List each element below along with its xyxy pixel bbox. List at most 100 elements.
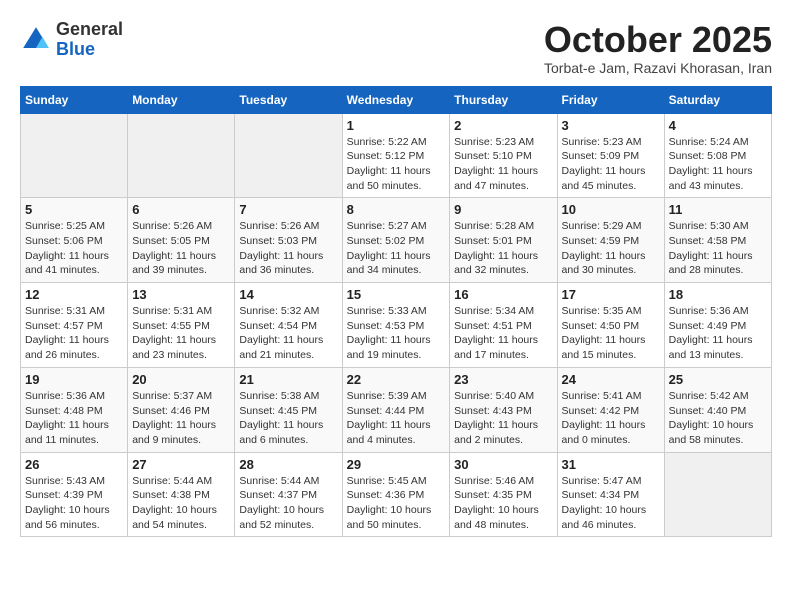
day-info: Sunrise: 5:27 AM Sunset: 5:02 PM Dayligh… xyxy=(347,219,446,278)
title-block: October 2025 Torbat-e Jam, Razavi Khoras… xyxy=(544,20,772,76)
day-number: 1 xyxy=(347,118,446,133)
day-number: 27 xyxy=(132,457,230,472)
calendar-cell: 4 Sunrise: 5:24 AM Sunset: 5:08 PM Daylig… xyxy=(664,113,771,198)
calendar-cell: 20 Sunrise: 5:37 AM Sunset: 4:46 PM Dayli… xyxy=(128,367,235,452)
calendar-cell xyxy=(128,113,235,198)
day-info: Sunrise: 5:36 AM Sunset: 4:48 PM Dayligh… xyxy=(25,389,123,448)
calendar-cell: 17 Sunrise: 5:35 AM Sunset: 4:50 PM Dayli… xyxy=(557,283,664,368)
day-number: 4 xyxy=(669,118,767,133)
day-info: Sunrise: 5:30 AM Sunset: 4:58 PM Dayligh… xyxy=(669,219,767,278)
weekday-header: Sunday xyxy=(21,86,128,113)
calendar-cell: 8 Sunrise: 5:27 AM Sunset: 5:02 PM Daylig… xyxy=(342,198,450,283)
day-number: 10 xyxy=(562,202,660,217)
day-number: 23 xyxy=(454,372,552,387)
calendar-week-row: 1 Sunrise: 5:22 AM Sunset: 5:12 PM Daylig… xyxy=(21,113,772,198)
calendar-table: SundayMondayTuesdayWednesdayThursdayFrid… xyxy=(20,86,772,538)
calendar-cell: 26 Sunrise: 5:43 AM Sunset: 4:39 PM Dayli… xyxy=(21,452,128,537)
day-info: Sunrise: 5:33 AM Sunset: 4:53 PM Dayligh… xyxy=(347,304,446,363)
day-number: 2 xyxy=(454,118,552,133)
day-info: Sunrise: 5:23 AM Sunset: 5:09 PM Dayligh… xyxy=(562,135,660,194)
day-info: Sunrise: 5:39 AM Sunset: 4:44 PM Dayligh… xyxy=(347,389,446,448)
day-info: Sunrise: 5:22 AM Sunset: 5:12 PM Dayligh… xyxy=(347,135,446,194)
calendar-cell: 10 Sunrise: 5:29 AM Sunset: 4:59 PM Dayli… xyxy=(557,198,664,283)
calendar-week-row: 26 Sunrise: 5:43 AM Sunset: 4:39 PM Dayli… xyxy=(21,452,772,537)
calendar-cell: 2 Sunrise: 5:23 AM Sunset: 5:10 PM Daylig… xyxy=(450,113,557,198)
day-info: Sunrise: 5:46 AM Sunset: 4:35 PM Dayligh… xyxy=(454,474,552,533)
day-number: 21 xyxy=(239,372,337,387)
weekday-header: Wednesday xyxy=(342,86,450,113)
day-number: 16 xyxy=(454,287,552,302)
day-number: 3 xyxy=(562,118,660,133)
day-number: 20 xyxy=(132,372,230,387)
calendar-cell: 18 Sunrise: 5:36 AM Sunset: 4:49 PM Dayli… xyxy=(664,283,771,368)
day-number: 17 xyxy=(562,287,660,302)
day-info: Sunrise: 5:43 AM Sunset: 4:39 PM Dayligh… xyxy=(25,474,123,533)
calendar-week-row: 12Sunrise: 5:31 AM Sunset: 4:57 PM Dayli… xyxy=(21,283,772,368)
weekday-header: Thursday xyxy=(450,86,557,113)
day-info: Sunrise: 5:29 AM Sunset: 4:59 PM Dayligh… xyxy=(562,219,660,278)
day-info: Sunrise: 5:36 AM Sunset: 4:49 PM Dayligh… xyxy=(669,304,767,363)
location: Torbat-e Jam, Razavi Khorasan, Iran xyxy=(544,60,772,76)
day-info: Sunrise: 5:35 AM Sunset: 4:50 PM Dayligh… xyxy=(562,304,660,363)
day-info: Sunrise: 5:34 AM Sunset: 4:51 PM Dayligh… xyxy=(454,304,552,363)
day-info: Sunrise: 5:31 AM Sunset: 4:55 PM Dayligh… xyxy=(132,304,230,363)
calendar-cell: 21 Sunrise: 5:38 AM Sunset: 4:45 PM Dayli… xyxy=(235,367,342,452)
day-info: Sunrise: 5:31 AM Sunset: 4:57 PM Dayligh… xyxy=(25,304,123,363)
calendar-cell: 12Sunrise: 5:31 AM Sunset: 4:57 PM Dayli… xyxy=(21,283,128,368)
calendar-cell: 15 Sunrise: 5:33 AM Sunset: 4:53 PM Dayli… xyxy=(342,283,450,368)
day-number: 26 xyxy=(25,457,123,472)
calendar-cell: 28Sunrise: 5:44 AM Sunset: 4:37 PM Dayli… xyxy=(235,452,342,537)
day-number: 22 xyxy=(347,372,446,387)
day-info: Sunrise: 5:45 AM Sunset: 4:36 PM Dayligh… xyxy=(347,474,446,533)
calendar-cell xyxy=(235,113,342,198)
day-info: Sunrise: 5:37 AM Sunset: 4:46 PM Dayligh… xyxy=(132,389,230,448)
day-info: Sunrise: 5:24 AM Sunset: 5:08 PM Dayligh… xyxy=(669,135,767,194)
calendar-cell: 9Sunrise: 5:28 AM Sunset: 5:01 PM Daylig… xyxy=(450,198,557,283)
day-info: Sunrise: 5:44 AM Sunset: 4:37 PM Dayligh… xyxy=(239,474,337,533)
day-info: Sunrise: 5:28 AM Sunset: 5:01 PM Dayligh… xyxy=(454,219,552,278)
day-info: Sunrise: 5:41 AM Sunset: 4:42 PM Dayligh… xyxy=(562,389,660,448)
calendar-cell: 23 Sunrise: 5:40 AM Sunset: 4:43 PM Dayli… xyxy=(450,367,557,452)
calendar-cell: 25 Sunrise: 5:42 AM Sunset: 4:40 PM Dayli… xyxy=(664,367,771,452)
day-info: Sunrise: 5:25 AM Sunset: 5:06 PM Dayligh… xyxy=(25,219,123,278)
calendar-cell: 13Sunrise: 5:31 AM Sunset: 4:55 PM Dayli… xyxy=(128,283,235,368)
calendar-week-row: 5 Sunrise: 5:25 AM Sunset: 5:06 PM Daylig… xyxy=(21,198,772,283)
logo: General Blue xyxy=(20,20,123,60)
logo-text: General Blue xyxy=(56,20,123,60)
day-number: 30 xyxy=(454,457,552,472)
day-number: 7 xyxy=(239,202,337,217)
calendar-cell: 31Sunrise: 5:47 AM Sunset: 4:34 PM Dayli… xyxy=(557,452,664,537)
weekday-header: Friday xyxy=(557,86,664,113)
weekday-header: Monday xyxy=(128,86,235,113)
calendar-cell: 30 Sunrise: 5:46 AM Sunset: 4:35 PM Dayli… xyxy=(450,452,557,537)
day-number: 11 xyxy=(669,202,767,217)
calendar-cell: 6Sunrise: 5:26 AM Sunset: 5:05 PM Daylig… xyxy=(128,198,235,283)
day-number: 18 xyxy=(669,287,767,302)
calendar-cell: 24 Sunrise: 5:41 AM Sunset: 4:42 PM Dayli… xyxy=(557,367,664,452)
calendar-cell: 16 Sunrise: 5:34 AM Sunset: 4:51 PM Dayli… xyxy=(450,283,557,368)
day-info: Sunrise: 5:40 AM Sunset: 4:43 PM Dayligh… xyxy=(454,389,552,448)
day-number: 24 xyxy=(562,372,660,387)
day-info: Sunrise: 5:26 AM Sunset: 5:03 PM Dayligh… xyxy=(239,219,337,278)
calendar-cell: 1 Sunrise: 5:22 AM Sunset: 5:12 PM Daylig… xyxy=(342,113,450,198)
calendar-week-row: 19 Sunrise: 5:36 AM Sunset: 4:48 PM Dayli… xyxy=(21,367,772,452)
month-title: October 2025 xyxy=(544,20,772,60)
calendar-cell: 22 Sunrise: 5:39 AM Sunset: 4:44 PM Dayli… xyxy=(342,367,450,452)
calendar-cell: 29Sunrise: 5:45 AM Sunset: 4:36 PM Dayli… xyxy=(342,452,450,537)
day-number: 19 xyxy=(25,372,123,387)
day-number: 25 xyxy=(669,372,767,387)
calendar-header-row: SundayMondayTuesdayWednesdayThursdayFrid… xyxy=(21,86,772,113)
logo-icon xyxy=(20,24,52,56)
day-info: Sunrise: 5:44 AM Sunset: 4:38 PM Dayligh… xyxy=(132,474,230,533)
day-info: Sunrise: 5:38 AM Sunset: 4:45 PM Dayligh… xyxy=(239,389,337,448)
day-info: Sunrise: 5:23 AM Sunset: 5:10 PM Dayligh… xyxy=(454,135,552,194)
calendar-cell: 5 Sunrise: 5:25 AM Sunset: 5:06 PM Daylig… xyxy=(21,198,128,283)
day-number: 8 xyxy=(347,202,446,217)
weekday-header: Tuesday xyxy=(235,86,342,113)
day-number: 5 xyxy=(25,202,123,217)
day-number: 15 xyxy=(347,287,446,302)
calendar-cell: 7 Sunrise: 5:26 AM Sunset: 5:03 PM Daylig… xyxy=(235,198,342,283)
day-info: Sunrise: 5:42 AM Sunset: 4:40 PM Dayligh… xyxy=(669,389,767,448)
calendar-cell xyxy=(664,452,771,537)
calendar-cell: 14Sunrise: 5:32 AM Sunset: 4:54 PM Dayli… xyxy=(235,283,342,368)
